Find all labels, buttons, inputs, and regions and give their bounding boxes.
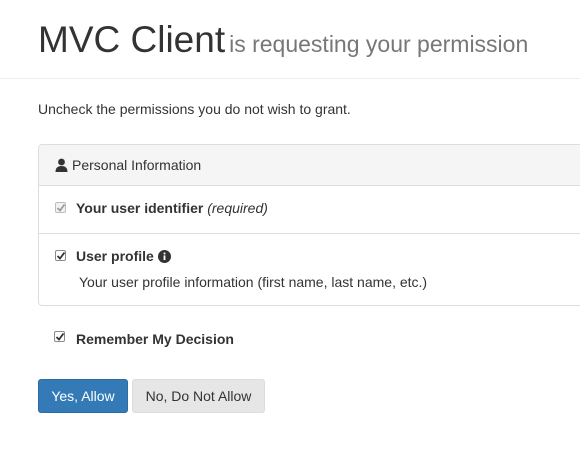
client-name: MVC Client (38, 19, 226, 60)
remember-decision: Remember My Decision (38, 330, 438, 350)
no-do-not-allow-button[interactable]: No, Do Not Allow (132, 379, 265, 413)
user-profile-text: User profile (76, 248, 154, 264)
personal-information-panel: Personal Information Your user identifie… (38, 144, 580, 306)
consent-instructions: Uncheck the permissions you do not wish … (38, 101, 351, 117)
page-header: MVC Client is requesting your permission (0, 0, 580, 79)
remember-decision-label: Remember My Decision (76, 331, 234, 347)
user-identifier-text: Your user identifier (76, 200, 204, 216)
user-profile-checkbox[interactable] (55, 250, 66, 261)
user-identifier-checkbox[interactable] (55, 202, 66, 213)
scope-item-user-identifier: Your user identifier (required) (39, 186, 580, 234)
page-title: MVC Client is requesting your permission (38, 19, 528, 65)
user-profile-label: User profile (76, 248, 171, 264)
info-circle-icon[interactable] (157, 250, 171, 263)
panel-heading: Personal Information (39, 145, 580, 186)
yes-allow-button[interactable]: Yes, Allow (38, 379, 128, 413)
required-note: (required) (207, 200, 268, 216)
user-icon (55, 158, 68, 172)
remember-decision-checkbox[interactable] (54, 331, 65, 342)
user-profile-description: Your user profile information (first nam… (79, 274, 428, 290)
page-subtitle: is requesting your permission (229, 31, 529, 57)
panel-heading-label: Personal Information (72, 157, 202, 173)
scope-item-user-profile: User profile Your user profile informati… (39, 234, 580, 305)
user-identifier-label: Your user identifier (required) (76, 200, 268, 216)
